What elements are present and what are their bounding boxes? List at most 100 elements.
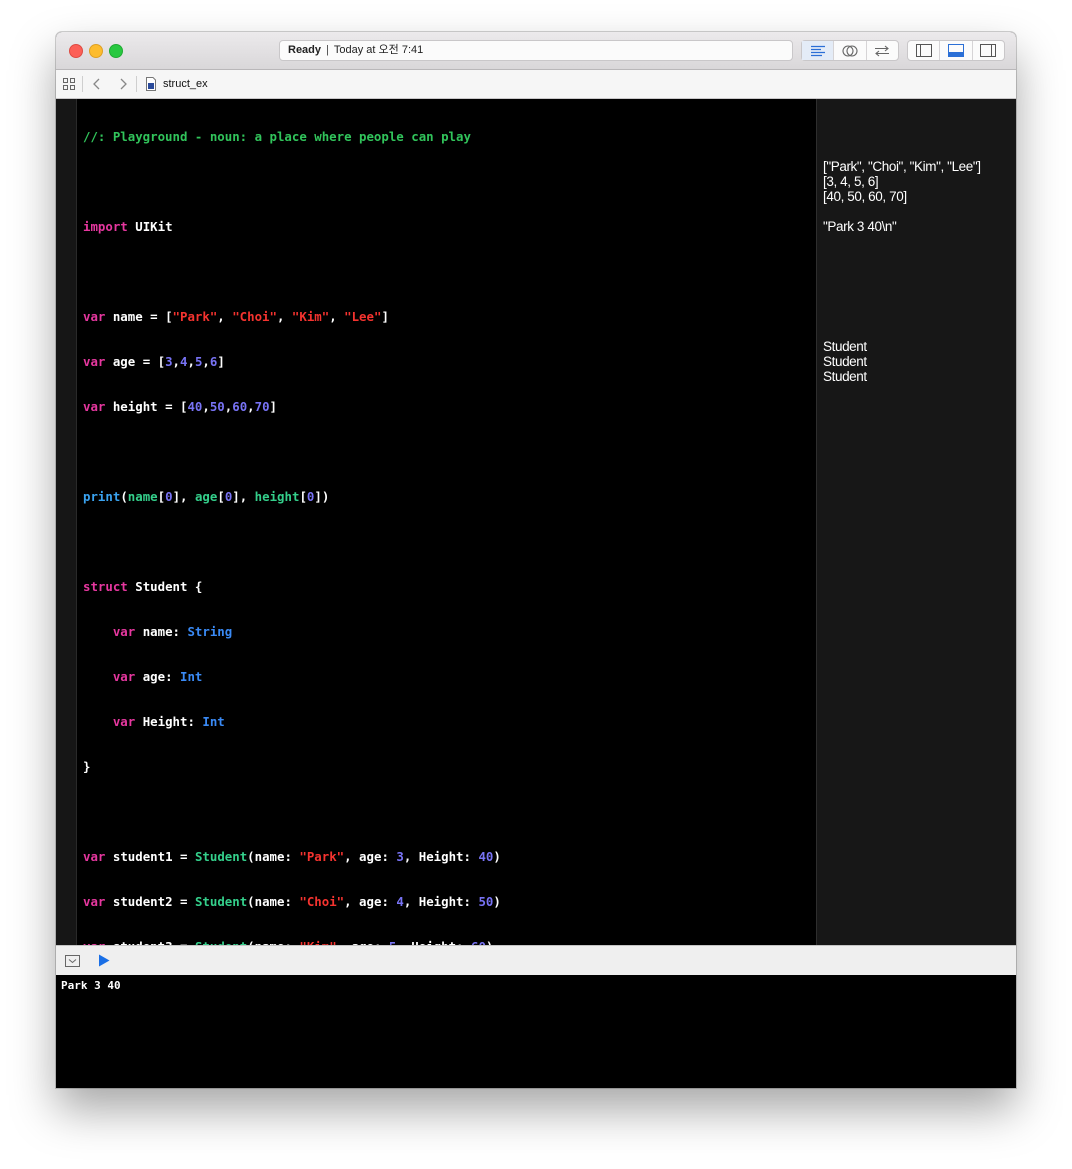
type-name: Int xyxy=(202,714,225,729)
back-button[interactable] xyxy=(92,70,102,98)
assistant-editor-icon xyxy=(842,44,858,57)
result-value[interactable]: [40, 50, 60, 70] xyxy=(823,189,907,204)
build-status: Ready xyxy=(288,44,322,56)
type-name: String xyxy=(187,624,233,639)
code-text[interactable]: //: Playground - noun: a place where peo… xyxy=(83,99,803,1029)
string-literal: "Kim" xyxy=(291,309,330,324)
number-literal: 40 xyxy=(478,849,494,864)
number-literal: 70 xyxy=(254,399,270,414)
string-literal: "Choi" xyxy=(299,894,345,909)
jump-bar-divider xyxy=(136,76,137,92)
number-literal: 4 xyxy=(396,894,404,909)
number-literal: 0 xyxy=(224,489,233,504)
chevron-right-icon xyxy=(120,78,127,90)
variable-name: student2 xyxy=(112,894,173,909)
result-value[interactable]: ["Park", "Choi", "Kim", "Lee"] xyxy=(823,159,981,174)
code-line: import UIKit xyxy=(83,219,803,234)
number-literal: 3 xyxy=(396,849,404,864)
code-editor[interactable]: //: Playground - noun: a place where peo… xyxy=(56,99,816,1000)
navigator-panel-icon xyxy=(915,44,932,57)
function-name: print xyxy=(83,489,121,504)
result-value[interactable]: [3, 4, 5, 6] xyxy=(823,174,879,189)
number-literal: 60 xyxy=(232,399,248,414)
standard-editor-icon xyxy=(810,45,825,56)
string-literal: "Park" xyxy=(299,849,345,864)
comment-text: //: Playground - noun: a place where peo… xyxy=(83,129,471,144)
number-literal: 5 xyxy=(194,354,203,369)
property-name: Height xyxy=(142,714,188,729)
keyword: var xyxy=(83,309,106,324)
console-output-area[interactable]: Park 3 40 xyxy=(56,975,1016,1088)
number-literal: 0 xyxy=(165,489,173,504)
code-line: struct Student { xyxy=(83,579,203,594)
close-button[interactable] xyxy=(69,44,83,58)
keyword: var xyxy=(83,399,106,414)
jump-bar-divider xyxy=(82,76,83,92)
breadcrumb-file[interactable]: struct_ex xyxy=(145,70,208,98)
console-output-text: Park 3 40 xyxy=(61,979,121,992)
string-literal: "Park" xyxy=(172,309,218,324)
property-name: name xyxy=(142,624,173,639)
assistant-editor-button[interactable] xyxy=(834,41,867,60)
keyword: var xyxy=(112,714,136,729)
code-line: var name: String xyxy=(112,624,233,639)
keyword: import xyxy=(83,219,128,234)
code-line: } xyxy=(83,759,91,774)
last-run-time: Today at 오전 7:41 xyxy=(333,44,424,56)
toggle-debug-area-button[interactable] xyxy=(940,41,973,60)
variable-name: student1 xyxy=(112,849,173,864)
playground-file-icon xyxy=(146,77,156,91)
utilities-panel-icon xyxy=(980,44,997,57)
result-value[interactable]: Student xyxy=(823,339,867,354)
xcode-playground-window: Ready | Today at 오전 7:41 struct_ex //: P… xyxy=(56,32,1016,1088)
type-name: Student xyxy=(135,579,188,594)
chevron-left-icon xyxy=(93,78,100,90)
code-line: var student2 = Student(name: "Choi", age… xyxy=(83,894,501,909)
result-value[interactable]: Student xyxy=(823,354,867,369)
result-value[interactable]: "Park 3 40\n" xyxy=(823,219,897,234)
zoom-button[interactable] xyxy=(109,44,123,58)
code-line: var height = [40,50,60,70] xyxy=(83,399,278,414)
jump-bar: struct_ex xyxy=(56,70,1016,99)
version-editor-icon xyxy=(875,45,890,56)
title-bar: Ready | Today at 오전 7:41 xyxy=(56,32,1016,70)
result-value[interactable]: Student xyxy=(823,369,867,384)
editor-gutter xyxy=(56,99,77,945)
editor-mode-group xyxy=(801,40,899,61)
number-literal: 50 xyxy=(209,399,225,414)
debug-bar xyxy=(56,945,1016,976)
code-line: var name = ["Park", "Choi", "Kim", "Lee"… xyxy=(83,309,389,324)
code-line: var age: Int xyxy=(112,669,203,684)
debug-area-panel-icon xyxy=(947,44,964,57)
toggle-navigator-button[interactable] xyxy=(908,41,941,60)
run-button[interactable] xyxy=(98,954,110,972)
number-literal: 50 xyxy=(478,894,494,909)
keyword: struct xyxy=(83,579,128,594)
initializer-name: Student xyxy=(194,849,248,864)
type-name: Int xyxy=(180,669,203,684)
related-items-button[interactable] xyxy=(62,70,76,98)
grid-icon xyxy=(63,78,75,90)
hide-debug-area-icon xyxy=(65,955,80,967)
hide-debug-area-button[interactable] xyxy=(65,954,80,972)
code-line: var age = [3,4,5,6] xyxy=(83,354,225,369)
minimize-button[interactable] xyxy=(89,44,103,58)
standard-editor-button[interactable] xyxy=(802,41,835,60)
play-icon xyxy=(99,954,110,967)
keyword: var xyxy=(112,624,136,639)
string-literal: "Choi" xyxy=(232,309,277,324)
toggle-utilities-button[interactable] xyxy=(973,41,1004,60)
breadcrumb-file-name: struct_ex xyxy=(163,78,208,90)
code-line: //: Playground - noun: a place where peo… xyxy=(83,129,803,144)
forward-button[interactable] xyxy=(118,70,128,98)
number-literal: 40 xyxy=(187,399,203,414)
version-editor-button[interactable] xyxy=(867,41,898,60)
module-name: UIKit xyxy=(135,219,173,234)
property-name: age xyxy=(142,669,166,684)
number-literal: 3 xyxy=(165,354,173,369)
number-literal: 6 xyxy=(209,354,218,369)
